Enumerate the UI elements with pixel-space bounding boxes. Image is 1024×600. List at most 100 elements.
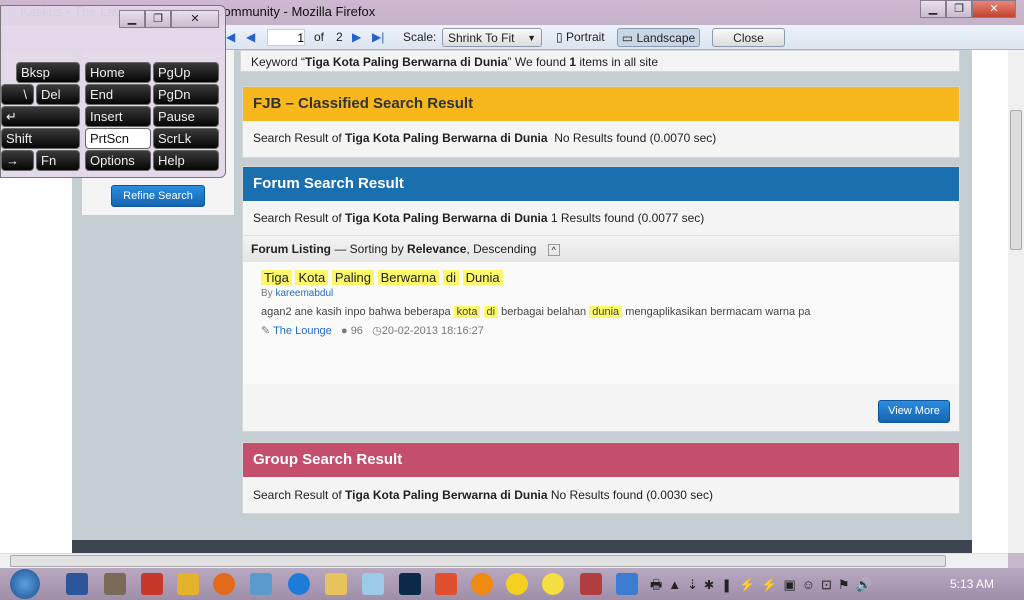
kw-count: 1 xyxy=(569,55,577,69)
key-enter[interactable]: ↵ xyxy=(1,106,80,127)
chat-icon[interactable] xyxy=(542,573,564,595)
key-pause[interactable]: Pause xyxy=(153,106,219,127)
close-window-button[interactable]: ✕ xyxy=(972,0,1016,18)
thread-snippet: agan2 ane kasih inpo bahwa beberapa kota… xyxy=(261,306,941,318)
powerpoint-icon[interactable] xyxy=(141,573,163,595)
scale-label: Scale: xyxy=(403,30,437,44)
photoshop-icon[interactable] xyxy=(399,573,421,595)
portrait-button[interactable]: ▯ Portrait xyxy=(556,28,605,47)
view-more-button[interactable]: View More xyxy=(878,400,950,423)
prev-page-icon[interactable]: ◀ xyxy=(246,28,255,47)
landscape-label: Landscape xyxy=(636,31,696,45)
on-screen-keyboard: ▁ ❐ ✕ Bksp Home PgUp \ Del End PgDn ↵ In… xyxy=(0,5,226,178)
group-panel: Group Search Result Search Result of Tig… xyxy=(242,442,960,514)
collapse-icon[interactable]: ^ xyxy=(547,244,560,256)
osk-minimize[interactable]: ▁ xyxy=(119,10,145,28)
listing-order: , Descending xyxy=(466,242,537,256)
forum-title: Forum Search Result xyxy=(243,167,959,201)
key-home[interactable]: Home xyxy=(85,62,151,83)
forum-prefix: Search Result of xyxy=(253,211,346,225)
fjb-term: Tiga Kota Paling Berwarna di Dunia xyxy=(345,131,548,145)
kw-prefix: Keyword “ xyxy=(251,55,306,69)
office-icon[interactable] xyxy=(435,573,457,595)
last-page-icon[interactable]: ▶| xyxy=(372,28,384,47)
photo-viewer-icon[interactable] xyxy=(250,573,272,595)
page-footer xyxy=(72,540,972,553)
forum-panel: Forum Search Result Search Result of Tig… xyxy=(242,166,960,432)
snippet-text: agan2 ane kasih inpo bahwa beberapa xyxy=(261,306,454,318)
portrait-label: Portrait xyxy=(565,30,605,44)
scroll-thumb[interactable] xyxy=(1010,110,1022,250)
movie-maker-icon[interactable] xyxy=(104,573,126,595)
close-preview-button[interactable]: Close xyxy=(712,28,785,47)
fjb-result: Search Result of Tiga Kota Paling Berwar… xyxy=(243,121,959,155)
key-scrlk[interactable]: ScrLk xyxy=(153,128,219,149)
key-backslash[interactable]: \ xyxy=(1,84,34,105)
word-icon[interactable] xyxy=(66,573,88,595)
chevron-down-icon: ▼ xyxy=(527,33,536,43)
group-title: Group Search Result xyxy=(243,443,959,477)
pdf-icon[interactable] xyxy=(580,573,602,595)
fjb-result-text: No Results found (0.0070 sec) xyxy=(554,131,717,145)
title-word: Dunia xyxy=(462,270,503,285)
fjb-panel: FJB – Classified Search Result Search Re… xyxy=(242,86,960,158)
kw-suffix: items in all site xyxy=(576,55,659,69)
by-label: By xyxy=(261,288,276,299)
media-player-icon[interactable] xyxy=(471,573,493,595)
forum-term: Tiga Kota Paling Berwarna di Dunia xyxy=(345,211,548,225)
page-number-input[interactable] xyxy=(267,29,305,46)
category-link[interactable]: The Lounge xyxy=(273,325,332,337)
snippet-text: berbagai belahan xyxy=(501,306,590,318)
kw-mid: ” We found xyxy=(507,55,570,69)
landscape-button[interactable]: ▭ Landscape xyxy=(617,28,700,47)
firefox-icon[interactable] xyxy=(213,573,235,595)
key-bksp[interactable]: Bksp xyxy=(16,62,80,83)
keyword-summary: Keyword “Tiga Kota Paling Berwarna di Du… xyxy=(240,50,960,72)
snippet-highlight: di xyxy=(483,306,499,318)
hscroll-thumb[interactable] xyxy=(10,555,946,567)
minimize-button[interactable]: ▁ xyxy=(920,0,946,18)
key-help[interactable]: Help xyxy=(153,150,219,171)
group-result-text: No Results found (0.0030 sec) xyxy=(550,488,713,502)
snippet-highlight: kota xyxy=(453,306,481,318)
scale-select[interactable]: Shrink To Fit ▼ xyxy=(442,28,542,47)
refine-search-button[interactable]: Refine Search xyxy=(111,185,205,207)
title-word: Paling xyxy=(331,270,374,285)
first-page-icon[interactable]: ◀ xyxy=(226,28,235,47)
next-page-icon[interactable]: ▶ xyxy=(352,28,361,47)
yahoo-messenger-icon[interactable] xyxy=(506,573,528,595)
key-del[interactable]: Del xyxy=(36,84,80,105)
osk-close[interactable]: ✕ xyxy=(171,10,219,28)
horizontal-scrollbar[interactable] xyxy=(0,553,1008,568)
key-prtscn[interactable]: PrtScn xyxy=(85,128,151,149)
comment-count: 96 xyxy=(350,325,363,337)
key-pgdn[interactable]: PgDn xyxy=(153,84,219,105)
total-pages: 2 xyxy=(336,30,343,44)
system-tray-icons[interactable]: 🖶▲⇣✱▮⚡⚡▣☺⊡⚑🔊 xyxy=(650,576,878,598)
listing-sep: — Sorting by xyxy=(331,242,408,256)
start-button[interactable] xyxy=(10,569,40,599)
keyboard-icon[interactable] xyxy=(616,573,638,595)
forum-item: Tiga Kota Paling Berwarna di Dunia By ka… xyxy=(243,262,959,384)
key-right[interactable]: → xyxy=(1,150,34,171)
internet-explorer-icon[interactable] xyxy=(288,573,310,595)
of-label: of xyxy=(314,30,325,44)
author-link[interactable]: kareemabdul xyxy=(275,288,333,299)
key-insert[interactable]: Insert xyxy=(85,106,151,127)
key-pgup[interactable]: PgUp xyxy=(153,62,219,83)
key-fn[interactable]: Fn xyxy=(36,150,80,171)
explorer-icon[interactable] xyxy=(325,573,347,595)
thread-meta: ✎ The Lounge ● 96 ◷20-02-2013 18:16:27 xyxy=(261,324,941,337)
title-word: Kota xyxy=(295,270,329,285)
winamp-icon[interactable] xyxy=(177,573,199,595)
thread-title[interactable]: Tiga Kota Paling Berwarna di Dunia xyxy=(261,270,941,285)
key-end[interactable]: End xyxy=(85,84,151,105)
clock[interactable]: 5:13 AM xyxy=(950,577,994,591)
osk-restore[interactable]: ❐ xyxy=(145,10,171,28)
restore-button[interactable]: ❐ xyxy=(946,0,972,18)
key-options[interactable]: Options xyxy=(85,150,151,171)
notepad-icon[interactable] xyxy=(362,573,384,595)
key-shift[interactable]: Shift xyxy=(1,128,80,149)
vertical-scrollbar[interactable] xyxy=(1008,50,1024,553)
title-word: Tiga xyxy=(261,270,292,285)
